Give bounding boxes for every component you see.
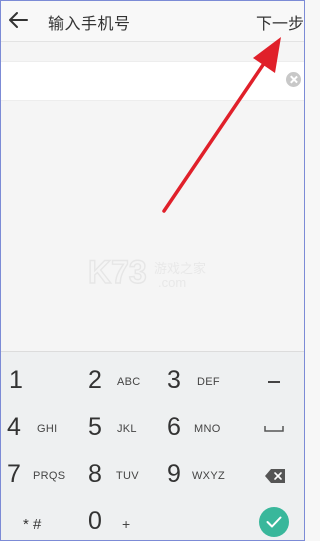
key-letters: + (122, 516, 131, 532)
key-space[interactable] (241, 405, 304, 452)
screen: 输入手机号 下一步 K73 游戏之家 .com 1 2 ABC 3 DEF 4 … (0, 0, 305, 541)
key-9[interactable]: 9 WXYZ (157, 452, 232, 499)
key-8[interactable]: 8 TUV (76, 452, 151, 499)
key-digit: * # (23, 516, 42, 533)
key-letters: MNO (194, 423, 221, 435)
key-5[interactable]: 5 JKL (76, 405, 151, 452)
key-3[interactable]: 3 DEF (157, 358, 232, 405)
key-digit: 7 (7, 460, 21, 488)
key-digit: 9 (167, 460, 181, 488)
done-check-icon (266, 516, 282, 528)
key-letters: PRQS (33, 470, 66, 482)
key-digit: 8 (88, 460, 102, 488)
key-letters: DEF (197, 376, 220, 388)
key-letters: ABC (117, 376, 141, 388)
minus-icon (268, 381, 280, 383)
key-empty[interactable] (157, 499, 232, 540)
key-0[interactable]: 0 + (76, 499, 151, 540)
key-2[interactable]: 2 ABC (76, 358, 151, 405)
key-6[interactable]: 6 MNO (157, 405, 232, 452)
key-letters: WXYZ (192, 470, 225, 482)
svg-text:.com: .com (158, 275, 186, 290)
key-letters: GHI (37, 423, 58, 435)
key-digit: 4 (7, 413, 21, 441)
key-star-hash[interactable]: * # (1, 499, 76, 540)
numeric-keypad: 1 2 ABC 3 DEF 4 GHI 5 JKL 6 MNO 7 PRQS 8… (1, 351, 304, 540)
backspace-icon (265, 469, 285, 483)
annotation-arrow (162, 37, 281, 213)
key-7[interactable]: 7 PRQS (1, 452, 76, 499)
key-backspace[interactable] (241, 452, 304, 499)
key-digit: 6 (167, 413, 181, 441)
key-1[interactable]: 1 (1, 358, 76, 405)
key-digit: 0 (88, 507, 102, 535)
done-button[interactable] (259, 507, 289, 537)
key-digit: 1 (9, 366, 23, 394)
key-digit: 5 (88, 413, 102, 441)
key-letters: TUV (116, 470, 139, 482)
key-digit: 2 (88, 366, 102, 394)
key-digit: 3 (167, 366, 181, 394)
key-4[interactable]: 4 GHI (1, 405, 76, 452)
space-icon (264, 426, 284, 432)
key-letters: JKL (117, 423, 137, 435)
key-minus[interactable] (241, 358, 304, 405)
